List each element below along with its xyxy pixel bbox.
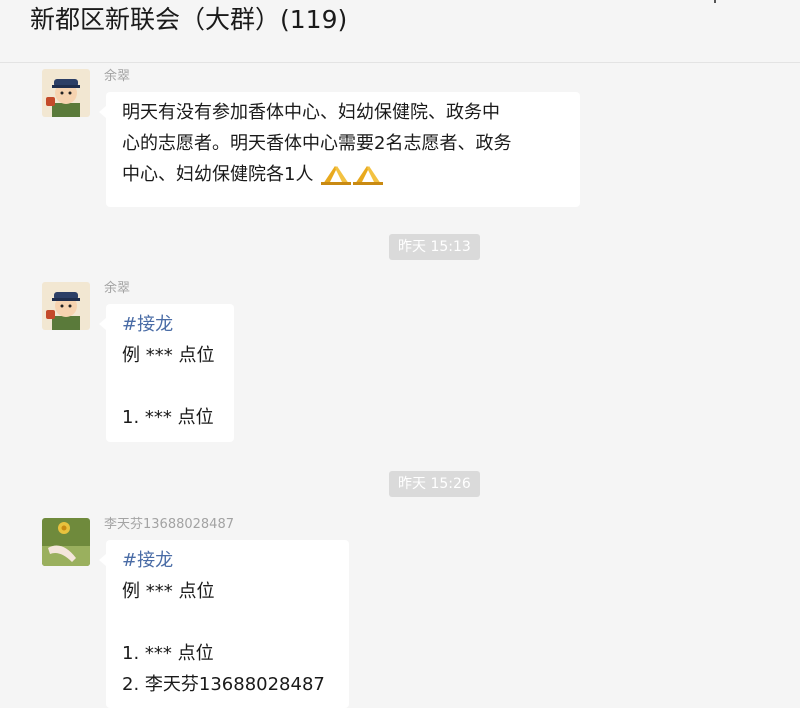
hashtag-link[interactable]: #接龙 [122,309,218,340]
message-bubble[interactable]: #接龙 例 *** 点位 1. *** 点位 2. 李天芬13688028487 [99,540,349,708]
message-line-wrapper: 中心、妇幼保健院各1人 [122,159,564,190]
message-line: 明天有没有参加香体中心、妇幼保健院、政务中 [122,102,500,123]
sender-name: 余翠 [104,69,131,84]
more-options-icon[interactable] [714,0,716,3]
message-line: 中心、妇幼保健院各1人 [122,164,314,185]
message-line: 例 *** 点位 [122,581,215,602]
sender-name: 余翠 [104,281,131,296]
message-line: 2. 李天芬13688028487 [122,674,325,695]
praying-hands-icon [321,162,352,196]
cartoon-avatar-icon [42,282,90,330]
message-line [122,607,333,638]
message-line [122,371,218,402]
avatar-yucui[interactable] [42,282,90,330]
message-line: 例 *** 点位 [122,345,215,366]
praying-hands-icon [353,162,384,196]
message-list[interactable]: 余翠 明天有没有参加香体中心、妇幼保健院、政务中 心的志愿者。明天香体中心需要2… [0,63,800,708]
sender-name: 李天芬13688028487 [104,517,234,532]
hashtag-link[interactable]: #接龙 [122,545,333,576]
avatar-litianfen[interactable] [42,518,90,566]
message-line: 1. *** 点位 [122,407,214,428]
avatar-yucui[interactable] [42,69,90,117]
flower-hand-avatar-icon [42,518,90,566]
message-line: 心的志愿者。明天香体中心需要2名志愿者、政务 [122,133,512,154]
chat-title: 新都区新联会（大群）(119) [30,5,348,34]
message-line: 1. *** 点位 [122,643,214,664]
message-bubble[interactable]: 明天有没有参加香体中心、妇幼保健院、政务中 心的志愿者。明天香体中心需要2名志愿… [99,92,580,207]
chat-header: 新都区新联会（大群）(119) [0,0,800,63]
cartoon-avatar-icon [42,69,90,117]
timestamp-divider: 昨天 15:26 [389,471,480,497]
message-bubble[interactable]: #接龙 例 *** 点位 1. *** 点位 [99,304,234,442]
timestamp-divider: 昨天 15:13 [389,234,480,260]
